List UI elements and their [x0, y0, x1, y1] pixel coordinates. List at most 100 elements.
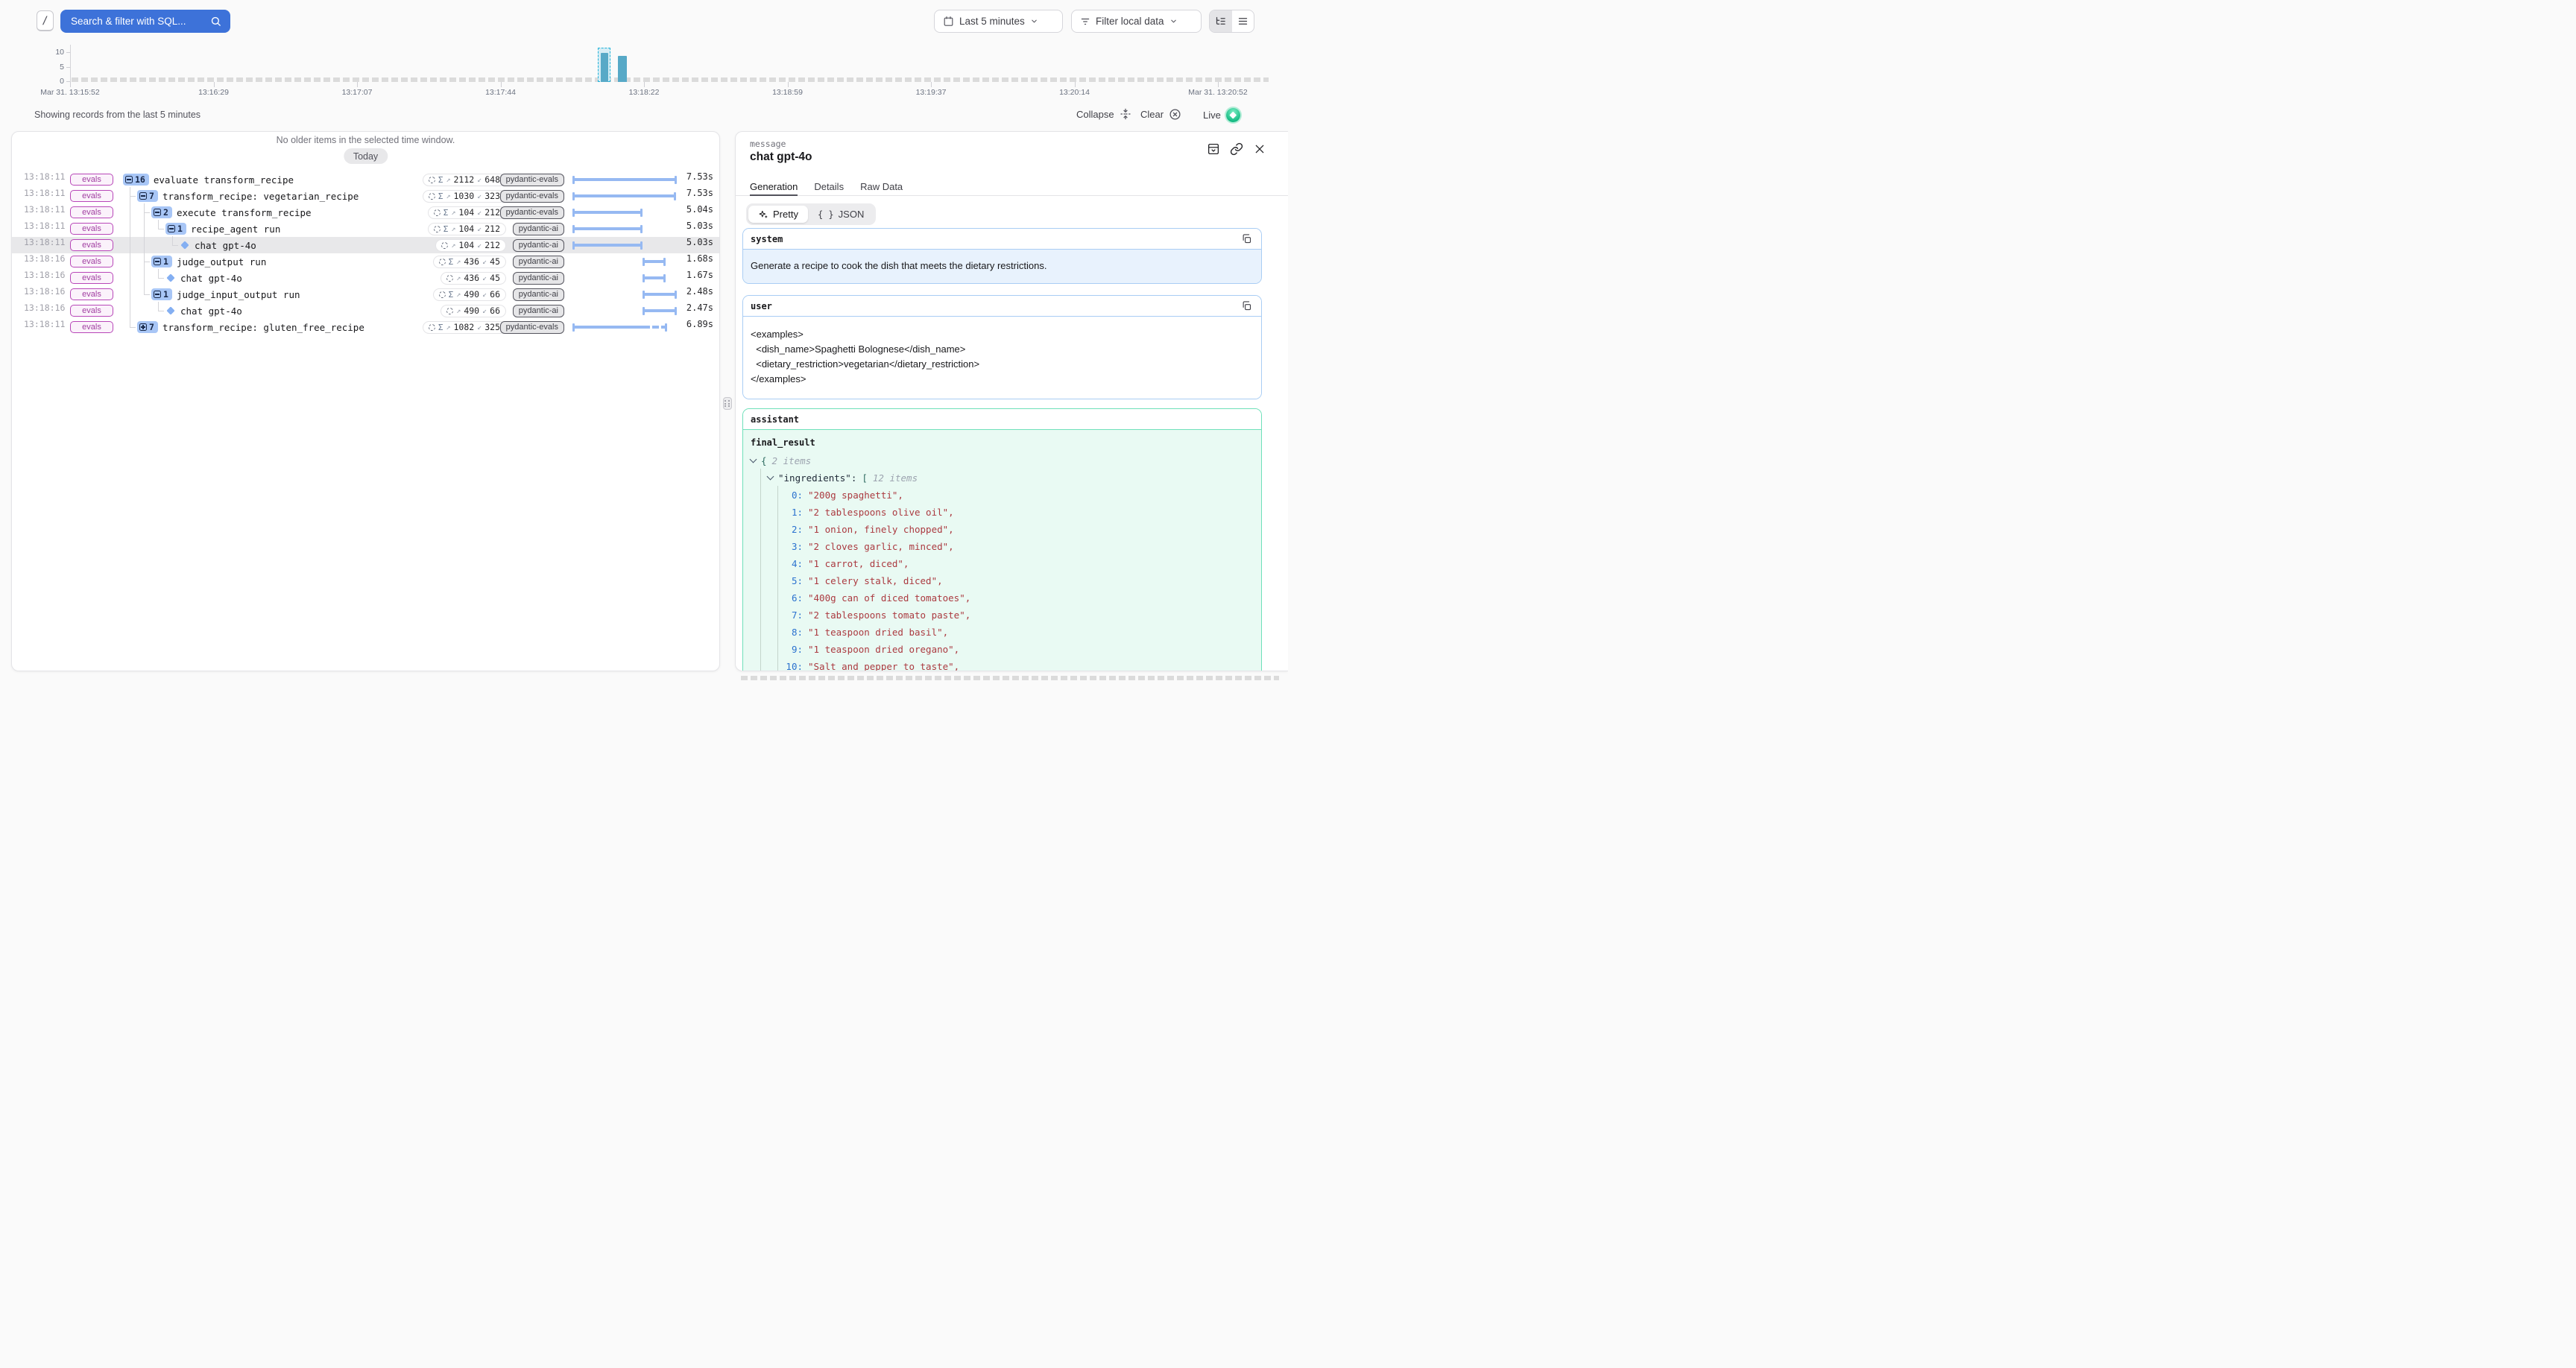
- trace-row[interactable]: 13:18:16evalschat gpt-4o↗436↙45pydantic-…: [12, 270, 719, 286]
- evals-tag-badge[interactable]: evals: [70, 206, 113, 218]
- collapse-button[interactable]: Collapse: [1076, 108, 1131, 120]
- json-array-item: 5:"1 celery stalk, diced",: [751, 574, 1254, 587]
- package-badge: pydantic-evals: [500, 206, 564, 219]
- close-icon[interactable]: [1252, 142, 1267, 156]
- horizontal-scroll-dashes[interactable]: [741, 676, 1279, 680]
- copy-icon[interactable]: [1239, 299, 1254, 314]
- view-mode-json[interactable]: { }JSON: [808, 206, 874, 223]
- duration-bar-cap: [572, 192, 575, 200]
- x-tick-mark: [788, 82, 789, 87]
- row-duration: 6.89s: [686, 319, 713, 329]
- row-timestamp: 13:18:11: [24, 319, 65, 329]
- json-item-index: 5:: [785, 575, 803, 586]
- x-tick-label: 13:20:14: [1034, 88, 1116, 97]
- tokens-in-value: 104: [458, 207, 474, 218]
- row-duration: 1.68s: [686, 253, 713, 264]
- collapse-children-badge[interactable]: 2: [151, 206, 172, 218]
- json-item-value: "Salt and pepper to taste",: [808, 661, 959, 672]
- tokens-out-arrow-icon: ↙: [482, 291, 487, 299]
- y-tick-label: 5: [42, 63, 64, 72]
- evals-tag-badge[interactable]: evals: [70, 288, 113, 300]
- row-duration: 5.03s: [686, 237, 713, 247]
- collapse-chevron-icon[interactable]: [750, 455, 757, 463]
- evals-tag-badge[interactable]: evals: [70, 190, 113, 202]
- evals-tag-badge[interactable]: evals: [70, 239, 113, 251]
- panel-resize-handle[interactable]: [723, 397, 732, 410]
- duration-bar-cap: [572, 225, 575, 233]
- tree-connector-line: [130, 196, 136, 197]
- timeline-bar[interactable]: [618, 56, 627, 82]
- tree-view-button[interactable]: [1210, 10, 1232, 32]
- clear-button[interactable]: Clear: [1140, 108, 1181, 121]
- clear-icon: [1169, 108, 1181, 121]
- tab-raw-data[interactable]: Raw Data: [860, 181, 903, 195]
- trace-row[interactable]: 13:18:11evals1recipe_agent runΣ↗104↙212p…: [12, 221, 719, 237]
- duration-bar-cap: [663, 258, 666, 266]
- timeline-bar[interactable]: [601, 53, 608, 82]
- evals-tag-badge[interactable]: evals: [70, 223, 113, 235]
- date-chip[interactable]: Today: [344, 148, 388, 164]
- tab-details[interactable]: Details: [814, 181, 844, 195]
- collapse-children-badge[interactable]: 7: [137, 190, 158, 202]
- live-toggle-button[interactable]: Live: [1203, 108, 1240, 122]
- calendar-icon: [943, 16, 954, 27]
- span-name: chat gpt-4o: [180, 273, 242, 284]
- json-key-line: "ingredients":[12 items: [751, 471, 1254, 484]
- duration-bar-track: [572, 204, 677, 221]
- evals-tag-badge[interactable]: evals: [70, 321, 113, 333]
- list-view-icon: [1237, 16, 1248, 27]
- view-mode-pretty[interactable]: Pretty: [748, 206, 808, 223]
- duration-bar-cap: [640, 225, 643, 233]
- tokens-in-arrow-icon: ↗: [456, 291, 461, 299]
- tokens-out-value: 212: [484, 207, 500, 218]
- copy-link-icon[interactable]: [1229, 142, 1244, 156]
- collapse-children-badge[interactable]: 1: [151, 256, 172, 267]
- duration-bar-cap: [643, 291, 645, 299]
- json-array-item: 6:"400g can of diced tomatoes",: [751, 591, 1254, 604]
- row-timestamp: 13:18:16: [24, 270, 65, 280]
- evals-tag-badge[interactable]: evals: [70, 256, 113, 267]
- trace-row[interactable]: 13:18:11evals7transform_recipe: gluten_f…: [12, 319, 719, 335]
- json-item-value: "2 tablespoons olive oil",: [808, 507, 954, 518]
- collapse-chevron-icon[interactable]: [767, 472, 774, 480]
- filter-local-data-dropdown[interactable]: Filter local data: [1071, 10, 1202, 33]
- minus-square-icon: [168, 225, 175, 232]
- trace-row[interactable]: 13:18:11evals16evaluate transform_recipe…: [12, 171, 719, 188]
- evals-tag-badge[interactable]: evals: [70, 174, 113, 186]
- token-coin-icon: [427, 323, 436, 332]
- token-coin-icon: [446, 306, 455, 315]
- tokens-out-arrow-icon: ↙: [482, 307, 487, 315]
- duration-bar: [572, 326, 667, 329]
- json-array-item: 0:"200g spaghetti",: [751, 488, 1254, 501]
- evals-tag-badge[interactable]: evals: [70, 305, 113, 317]
- tokens-in-value: 436: [464, 273, 479, 283]
- trace-row[interactable]: 13:18:16evals1judge_output runΣ↗436↙45py…: [12, 253, 719, 270]
- trace-row[interactable]: 13:18:11evals7transform_recipe: vegetari…: [12, 188, 719, 204]
- render-mode-toggle: Pretty{ }JSON: [746, 203, 876, 225]
- duration-bar-cap: [674, 192, 676, 200]
- expand-children-badge[interactable]: 7: [137, 321, 158, 333]
- tab-generation[interactable]: Generation: [750, 181, 798, 195]
- duration-bar-cap: [665, 323, 667, 332]
- collapse-children-badge[interactable]: 1: [165, 223, 186, 235]
- row-duration: 5.03s: [686, 221, 713, 231]
- duration-bar: [572, 244, 643, 247]
- trace-row[interactable]: 13:18:16evals1judge_input_output runΣ↗49…: [12, 286, 719, 303]
- time-range-dropdown[interactable]: Last 5 minutes: [934, 10, 1063, 33]
- copy-icon[interactable]: [1239, 232, 1254, 247]
- evals-tag-badge[interactable]: evals: [70, 272, 113, 284]
- duration-bar: [643, 260, 666, 263]
- collapse-children-badge[interactable]: 1: [151, 288, 172, 300]
- duration-bar-cap: [675, 307, 677, 315]
- dock-panel-icon[interactable]: [1206, 142, 1221, 156]
- search-sql-button[interactable]: Search & filter with SQL...: [60, 10, 230, 33]
- trace-row[interactable]: 13:18:11evals2execute transform_recipeΣ↗…: [12, 204, 719, 221]
- duration-bar-track: [572, 221, 677, 237]
- duration-bar-cap: [572, 241, 575, 250]
- trace-row[interactable]: 13:18:11evalschat gpt-4o↗104↙212pydantic…: [12, 237, 719, 253]
- tokens-in-arrow-icon: ↗: [456, 258, 461, 266]
- trace-row[interactable]: 13:18:16evalschat gpt-4o↗490↙66pydantic-…: [12, 303, 719, 319]
- collapse-children-badge[interactable]: 16: [123, 174, 149, 186]
- sum-icon: Σ: [443, 208, 449, 218]
- list-view-button[interactable]: [1232, 10, 1254, 32]
